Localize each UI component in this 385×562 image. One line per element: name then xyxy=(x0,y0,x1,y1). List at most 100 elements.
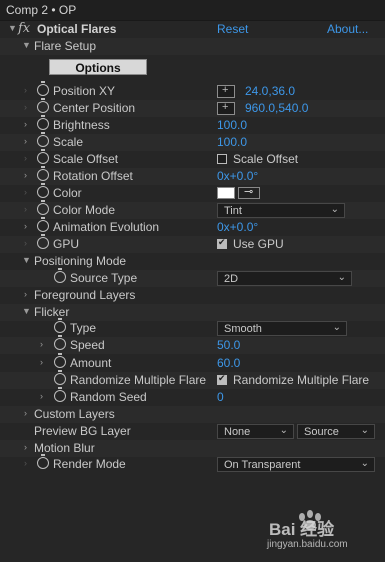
stopwatch-icon[interactable] xyxy=(37,183,49,198)
effect-title-row[interactable]: ▼ fx Optical Flares Reset About... xyxy=(0,21,385,38)
stopwatch-icon[interactable] xyxy=(54,353,66,368)
preview-bg-layer-dropdown[interactable]: None ⌄ xyxy=(217,424,294,439)
scale-offset-checkbox[interactable] xyxy=(217,154,227,164)
use-gpu-checkbox[interactable] xyxy=(217,237,227,249)
about-link[interactable]: About... xyxy=(327,22,368,36)
options-button[interactable]: Options xyxy=(49,59,147,75)
motion-blur-row[interactable]: › Motion Blur xyxy=(0,440,385,457)
brightness-value[interactable]: 100.0 xyxy=(217,118,247,132)
rotation-offset-value[interactable]: 0x+0.0° xyxy=(217,169,258,183)
collapse-arrow-icon[interactable]: ▼ xyxy=(22,40,31,50)
stopwatch-icon[interactable] xyxy=(37,234,49,249)
custom-layers-label: Custom Layers xyxy=(34,407,115,421)
center-position-value[interactable]: 960.0,540.0 xyxy=(245,101,308,115)
collapse-arrow-icon[interactable]: ▼ xyxy=(22,255,31,265)
param-random-seed: › Random Seed 0 xyxy=(0,387,385,406)
expand-arrow-icon: › xyxy=(24,85,27,95)
expand-arrow-icon[interactable]: › xyxy=(24,170,27,180)
param-brightness: › Brightness 100.0 xyxy=(0,115,385,134)
color-swatch[interactable] xyxy=(217,187,235,199)
expand-arrow-icon[interactable]: › xyxy=(40,391,43,401)
dropdown-value: Smooth xyxy=(224,323,262,335)
stopwatch-icon[interactable] xyxy=(37,98,49,113)
options-row: Options xyxy=(0,58,385,78)
flicker-speed-value[interactable]: 50.0 xyxy=(217,338,240,352)
collapse-arrow-icon[interactable]: ▼ xyxy=(22,306,31,316)
scale-value[interactable]: 100.0 xyxy=(217,135,247,149)
param-label: Random Seed xyxy=(70,390,147,404)
eyedropper-icon[interactable] xyxy=(238,185,260,199)
stopwatch-icon[interactable] xyxy=(37,81,49,96)
param-label: Brightness xyxy=(53,118,110,132)
param-label: Amount xyxy=(70,356,112,370)
render-mode-dropdown[interactable]: On Transparent ⌄ xyxy=(217,457,375,472)
preview-bg-source-dropdown[interactable]: Source ⌄ xyxy=(297,424,375,439)
expand-arrow-icon[interactable]: › xyxy=(24,136,27,146)
composition-title: Comp 2 • OP xyxy=(6,3,77,17)
stopwatch-icon[interactable] xyxy=(37,132,49,147)
flicker-label: Flicker xyxy=(34,305,70,319)
animation-evolution-value[interactable]: 0x+0.0° xyxy=(217,220,258,234)
stopwatch-icon[interactable] xyxy=(37,200,49,215)
stopwatch-icon[interactable] xyxy=(54,318,66,333)
param-scale: › Scale 100.0 xyxy=(0,132,385,151)
dropdown-value: On Transparent xyxy=(224,459,301,471)
expand-arrow-icon[interactable]: › xyxy=(24,289,27,299)
expand-arrow-icon[interactable]: › xyxy=(24,442,27,452)
source-type-dropdown[interactable]: 2D ⌄ xyxy=(217,271,352,286)
custom-layers-row[interactable]: › Custom Layers xyxy=(0,406,385,423)
scale-offset-checkbox-label: Scale Offset xyxy=(233,152,299,166)
param-label: Randomize Multiple Flare xyxy=(70,373,207,387)
param-label: Scale xyxy=(53,135,84,149)
dropdown-value: None xyxy=(224,426,251,438)
stopwatch-icon[interactable] xyxy=(37,217,49,232)
flicker-type-dropdown[interactable]: Smooth ⌄ xyxy=(217,321,347,336)
param-position-xy: › Position XY 24.0,36.0 xyxy=(0,81,385,100)
stopwatch-icon[interactable] xyxy=(37,166,49,181)
expand-arrow-icon[interactable]: › xyxy=(24,221,27,231)
param-scale-offset: › Scale Offset Scale Offset xyxy=(0,149,385,168)
expand-arrow-icon[interactable]: › xyxy=(40,339,43,349)
dropdown-value: Tint xyxy=(224,205,242,217)
stopwatch-icon[interactable] xyxy=(54,335,66,350)
fx-icon[interactable]: fx xyxy=(18,21,30,36)
expand-arrow-icon[interactable]: › xyxy=(40,357,43,367)
param-source-type: Source Type 2D ⌄ xyxy=(0,268,385,287)
param-label: Rotation Offset xyxy=(53,169,133,183)
reset-link[interactable]: Reset xyxy=(217,22,248,36)
param-label: Speed xyxy=(70,338,105,352)
crosshair-icon[interactable] xyxy=(217,84,235,98)
param-center-position: › Center Position 960.0,540.0 xyxy=(0,98,385,117)
stopwatch-icon[interactable] xyxy=(37,454,49,469)
chevron-down-icon: ⌄ xyxy=(337,272,346,283)
foreground-layers-label: Foreground Layers xyxy=(34,288,136,302)
stopwatch-icon[interactable] xyxy=(37,115,49,130)
motion-blur-label: Motion Blur xyxy=(34,441,95,455)
color-mode-dropdown[interactable]: Tint ⌄ xyxy=(217,203,345,218)
expand-arrow-icon[interactable]: › xyxy=(24,119,27,129)
randomize-multiple-flare-checkbox[interactable] xyxy=(217,373,227,385)
random-seed-value[interactable]: 0 xyxy=(217,390,224,404)
crosshair-icon[interactable] xyxy=(217,101,235,115)
chevron-down-icon: ⌄ xyxy=(330,204,339,215)
param-gpu: › GPU Use GPU xyxy=(0,234,385,253)
param-render-mode: › Render Mode On Transparent ⌄ xyxy=(0,454,385,473)
flare-setup-row[interactable]: ▼ Flare Setup xyxy=(0,38,385,55)
chevron-down-icon: ⌄ xyxy=(332,322,341,333)
watermark-url: jingyan.baidu.com xyxy=(267,539,348,550)
collapse-arrow-icon[interactable]: ▼ xyxy=(8,23,17,33)
stopwatch-icon[interactable] xyxy=(54,387,66,402)
position-xy-value[interactable]: 24.0,36.0 xyxy=(245,84,295,98)
stopwatch-icon[interactable] xyxy=(54,268,66,283)
stopwatch-icon[interactable] xyxy=(54,370,66,385)
expand-arrow-icon[interactable]: › xyxy=(24,408,27,418)
stopwatch-icon[interactable] xyxy=(37,149,49,164)
expand-arrow-icon: › xyxy=(24,458,27,468)
expand-arrow-icon: › xyxy=(24,238,27,248)
flicker-amount-value[interactable]: 60.0 xyxy=(217,356,240,370)
param-label: Color xyxy=(53,186,82,200)
preview-bg-layer-label: Preview BG Layer xyxy=(34,424,131,438)
expand-arrow-icon: › xyxy=(24,187,27,197)
foreground-layers-row[interactable]: › Foreground Layers xyxy=(0,287,385,304)
param-rotation-offset: › Rotation Offset 0x+0.0° xyxy=(0,166,385,185)
